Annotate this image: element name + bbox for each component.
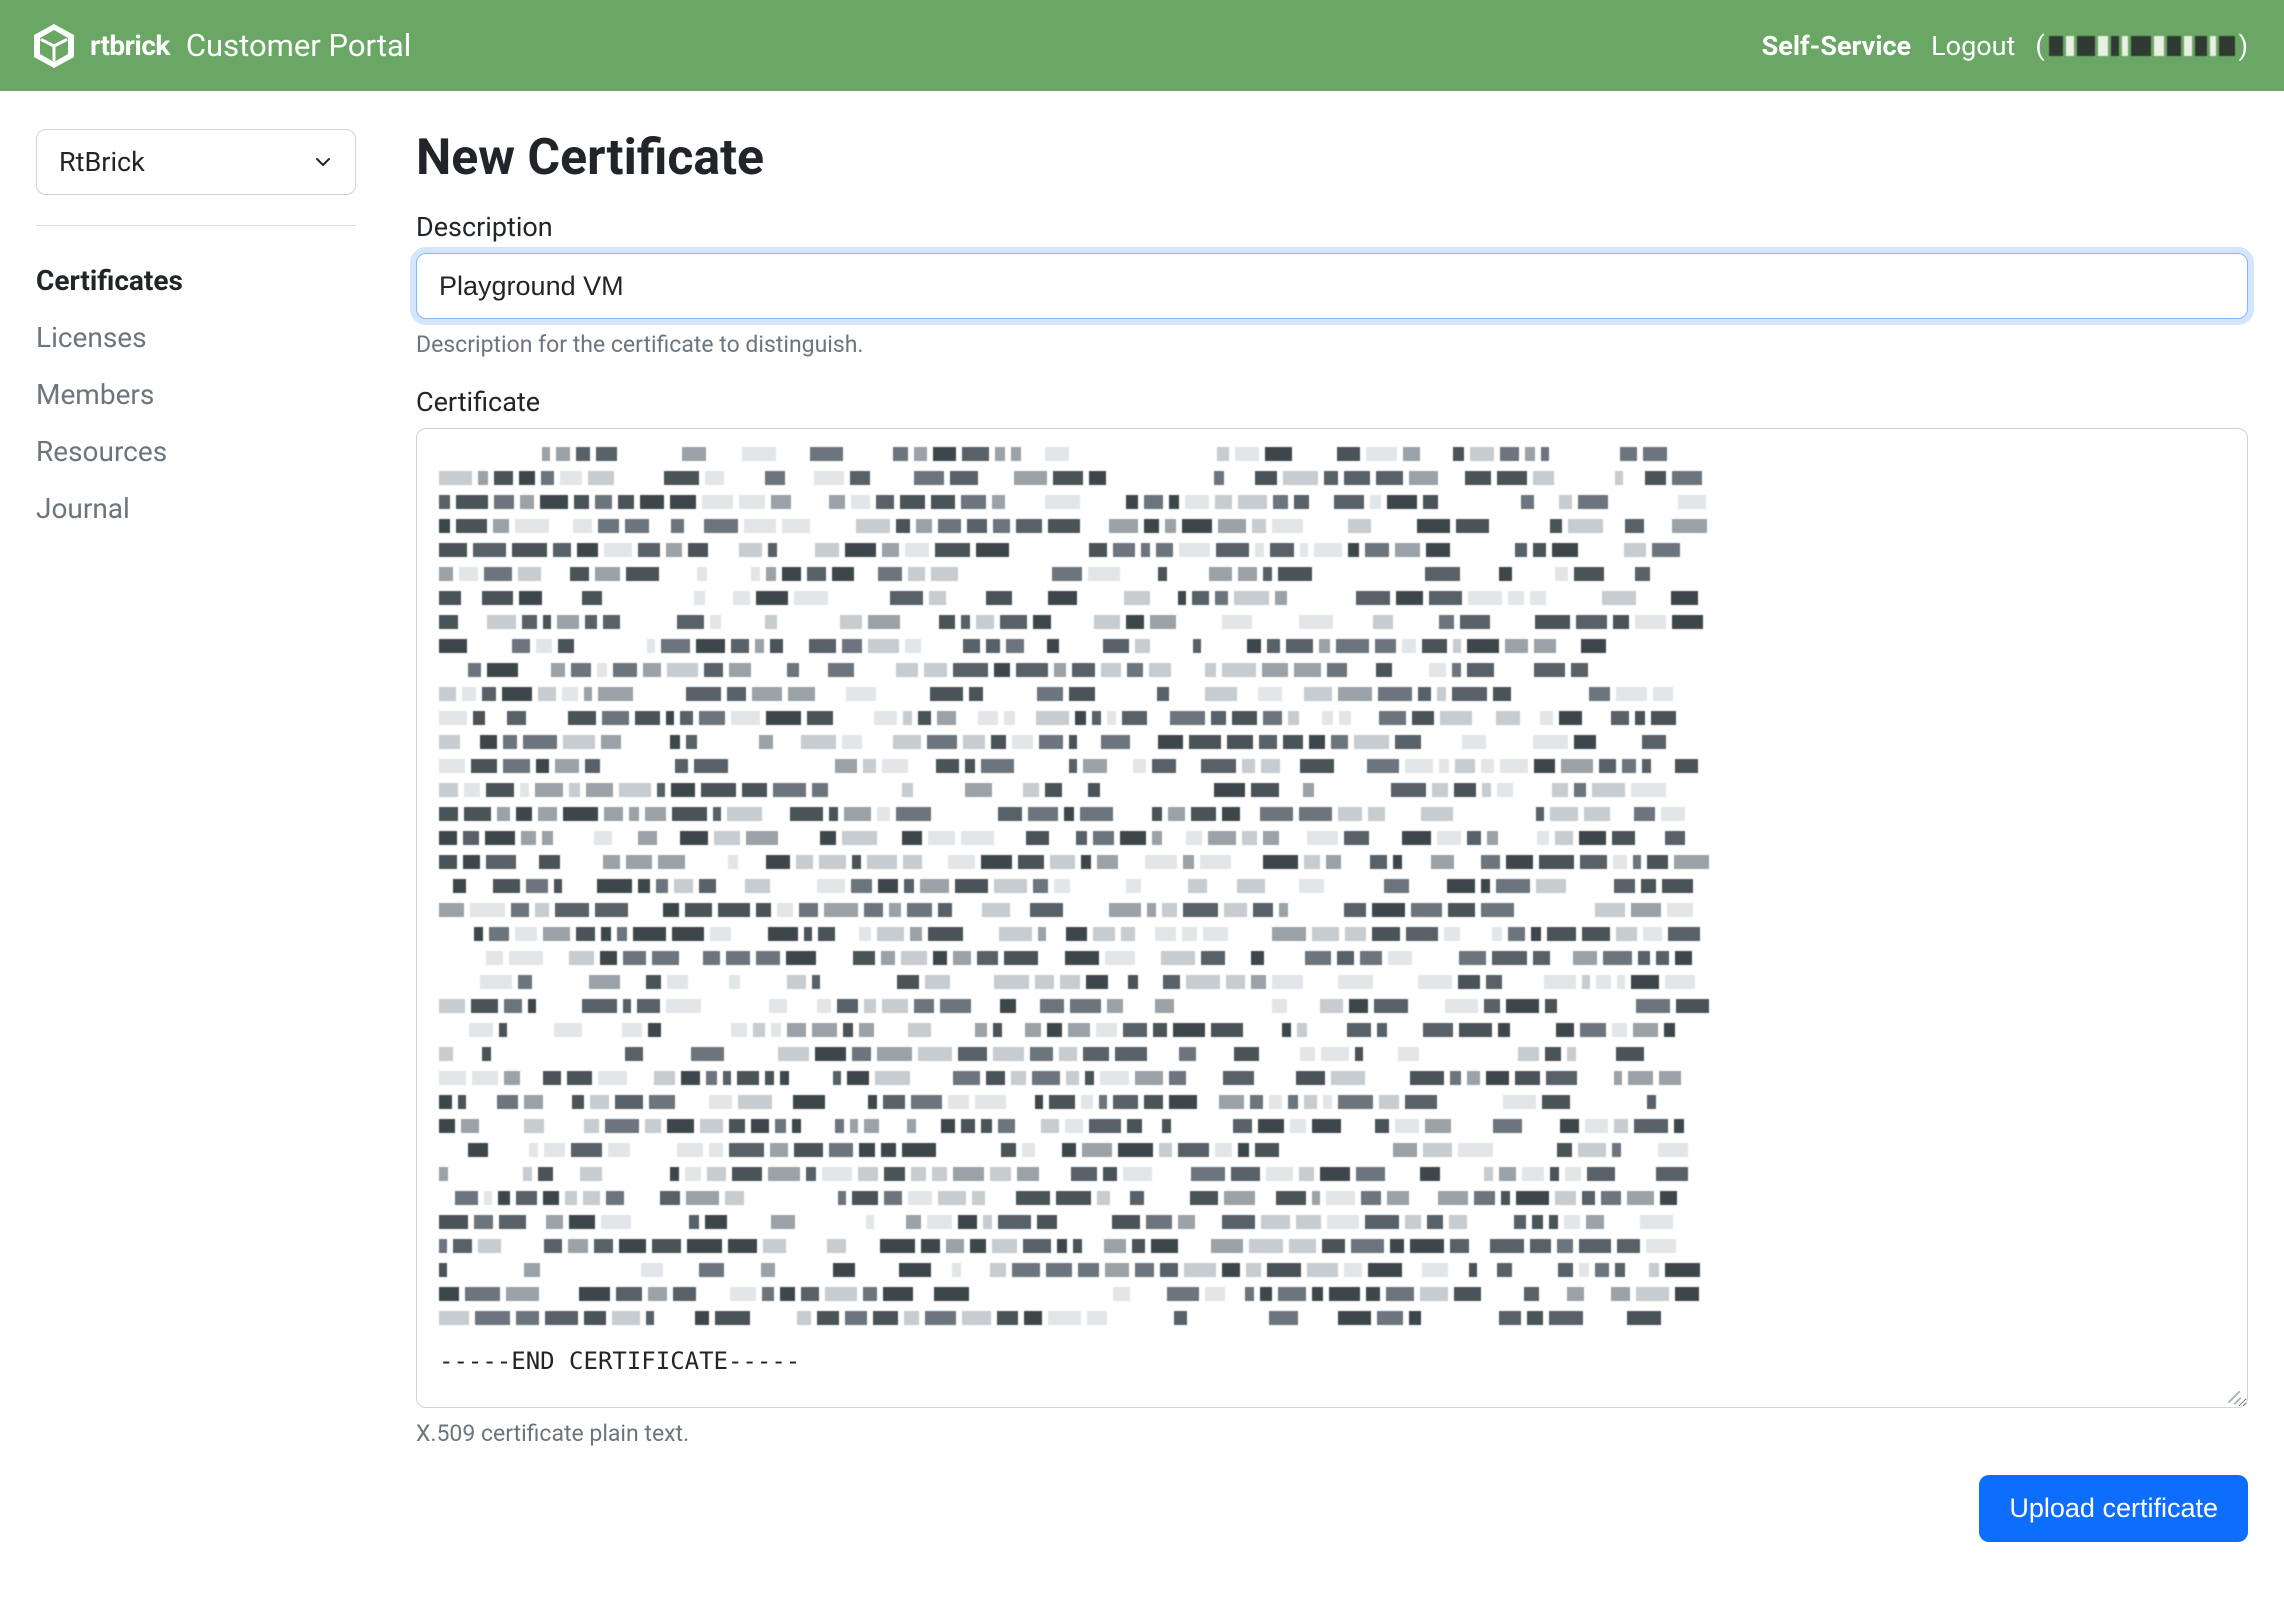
certificate-end-marker: -----END CERTIFICATE-----	[439, 1347, 2225, 1375]
app-name: Customer Portal	[186, 27, 411, 64]
form-actions: Upload certificate	[416, 1475, 2248, 1542]
sidebar-nav: Certificates Licenses Members Resources …	[36, 252, 356, 537]
header-right: Self-Service Logout ( )	[1762, 30, 2248, 62]
resize-handle-icon[interactable]	[2223, 1383, 2243, 1403]
sidebar: RtBrick Certificates Licenses Members Re…	[36, 129, 356, 1542]
certificate-label: Certificate	[416, 386, 2248, 418]
org-select[interactable]: RtBrick	[36, 129, 356, 195]
brand-logo-icon	[28, 20, 80, 72]
sidebar-item-resources[interactable]: Resources	[36, 423, 356, 480]
app-header: rtbrick Customer Portal Self-Service Log…	[0, 0, 2284, 91]
description-help: Description for the certificate to disti…	[416, 331, 2248, 358]
certificate-help: X.509 certificate plain text.	[416, 1420, 2248, 1447]
sidebar-item-certificates[interactable]: Certificates	[36, 252, 356, 309]
upload-certificate-button[interactable]: Upload certificate	[1979, 1475, 2248, 1542]
sidebar-item-journal[interactable]: Journal	[36, 480, 356, 537]
paren-open: (	[2035, 30, 2044, 62]
field-description: Description Description for the certific…	[416, 211, 2248, 358]
sidebar-divider	[36, 225, 356, 226]
paren-close: )	[2239, 30, 2248, 62]
org-select-value: RtBrick	[59, 146, 145, 178]
certificate-body-obscured	[439, 447, 2225, 1325]
username-obscured	[2049, 36, 2235, 56]
description-label: Description	[416, 211, 2248, 243]
chevron-down-icon	[313, 152, 333, 172]
nav-logout[interactable]: Logout	[1931, 30, 2015, 62]
description-input[interactable]	[416, 253, 2248, 319]
field-certificate: Certificate -----END CERTIFICATE----- X.…	[416, 386, 2248, 1447]
page-title: New Certificate	[416, 129, 2248, 187]
main-content: New Certificate Description Description …	[416, 129, 2248, 1542]
sidebar-item-members[interactable]: Members	[36, 366, 356, 423]
brand-block: rtbrick Customer Portal	[28, 20, 411, 72]
nav-self-service[interactable]: Self-Service	[1762, 30, 1911, 62]
sidebar-item-licenses[interactable]: Licenses	[36, 309, 356, 366]
current-user: ( )	[2035, 30, 2248, 62]
certificate-textarea[interactable]: -----END CERTIFICATE-----	[416, 428, 2248, 1408]
brand-name: rtbrick	[90, 29, 170, 62]
